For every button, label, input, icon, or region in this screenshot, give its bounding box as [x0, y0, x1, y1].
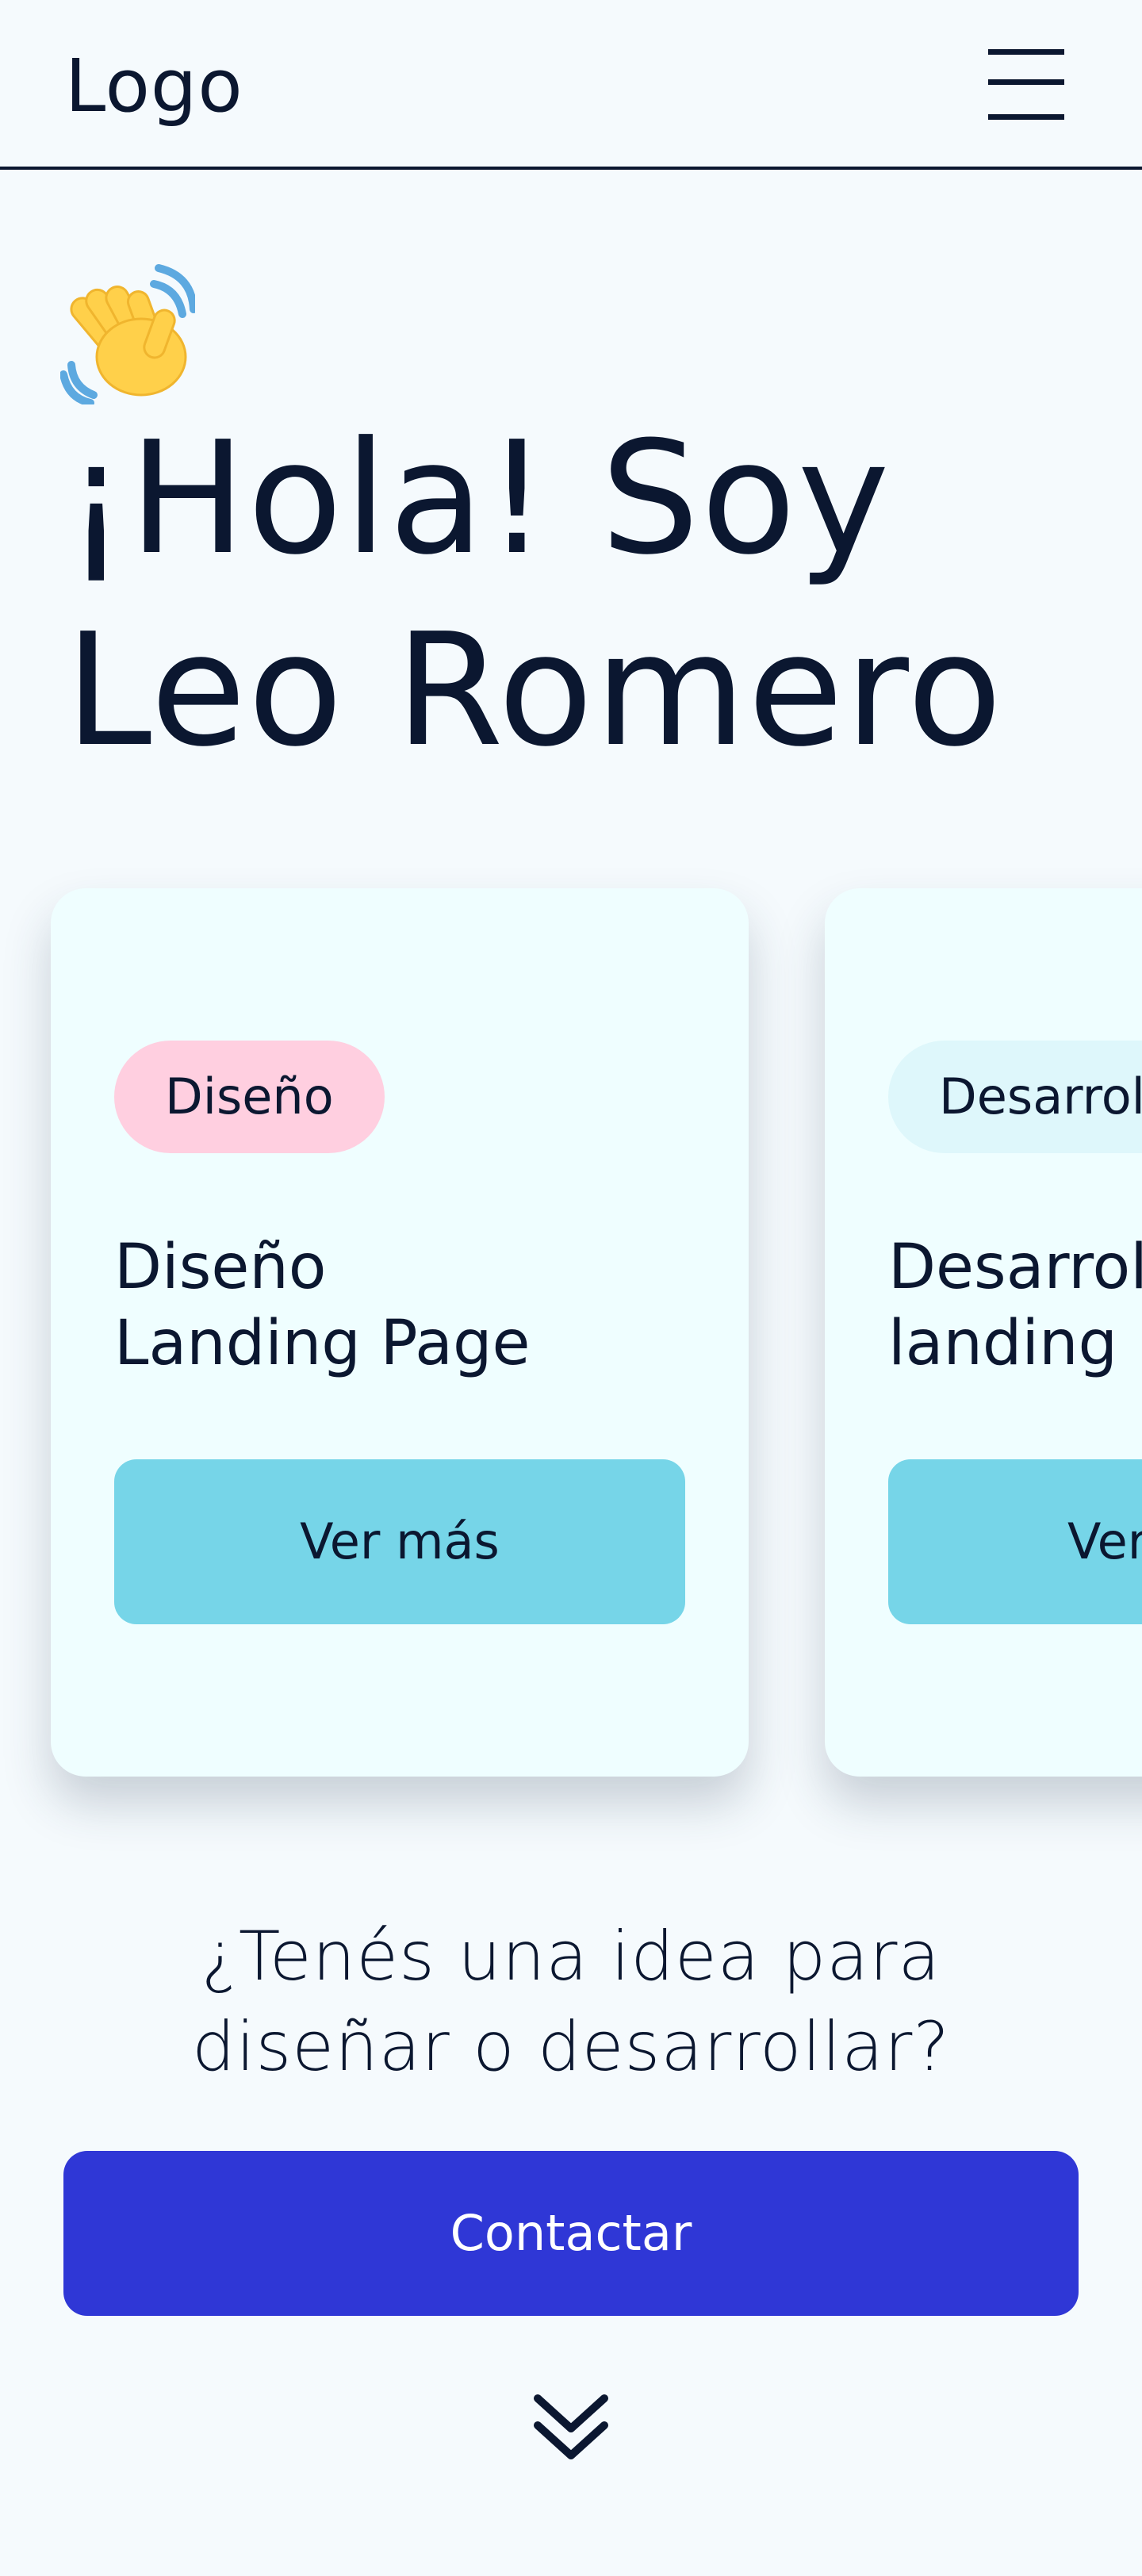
cta-text: ¿Tenés una idea para diseñar o desarroll…: [0, 1911, 1142, 2092]
cta-text-line-2: diseñar o desarrollar?: [192, 2007, 950, 2087]
card-title: Diseño Landing Page: [114, 1229, 530, 1382]
project-card-desarrollo: Desarrollo Desarrollo landing page Ver m…: [825, 888, 1142, 1777]
ver-mas-button[interactable]: Ver más: [888, 1459, 1142, 1624]
project-card-diseno: Diseño Diseño Landing Page Ver más: [51, 888, 749, 1777]
card-title-line-2: Landing Page: [114, 1308, 531, 1379]
menu-line: [988, 79, 1064, 85]
category-tag: Diseño: [114, 1041, 385, 1153]
hero-title: ¡Hola! Soy Leo Romero: [65, 403, 1004, 787]
double-chevron-down-icon[interactable]: [530, 2387, 612, 2463]
menu-line: [988, 49, 1064, 55]
card-title-line-2: landing page: [888, 1308, 1142, 1379]
hamburger-menu-icon[interactable]: [983, 44, 1071, 124]
menu-line: [988, 114, 1064, 120]
card-title: Desarrollo landing page: [888, 1229, 1142, 1382]
card-title-line-1: Desarrollo: [888, 1232, 1142, 1303]
category-tag: Desarrollo: [888, 1041, 1142, 1153]
waving-hand-icon: [60, 264, 195, 404]
hero-title-line-2: Leo Romero: [65, 600, 1004, 781]
contact-button[interactable]: Contactar: [63, 2151, 1079, 2316]
ver-mas-button[interactable]: Ver más: [114, 1459, 685, 1624]
hero-title-line-1: ¡Hola! Soy: [65, 408, 891, 589]
cta-text-line-1: ¿Tenés una idea para: [201, 1917, 941, 1996]
logo[interactable]: Logo: [65, 43, 243, 130]
page: Logo ¡Hola! Soy Leo Romero Diseño Diseño…: [0, 0, 1142, 2576]
card-title-line-1: Diseño: [114, 1232, 327, 1303]
top-navbar: Logo: [0, 0, 1142, 170]
